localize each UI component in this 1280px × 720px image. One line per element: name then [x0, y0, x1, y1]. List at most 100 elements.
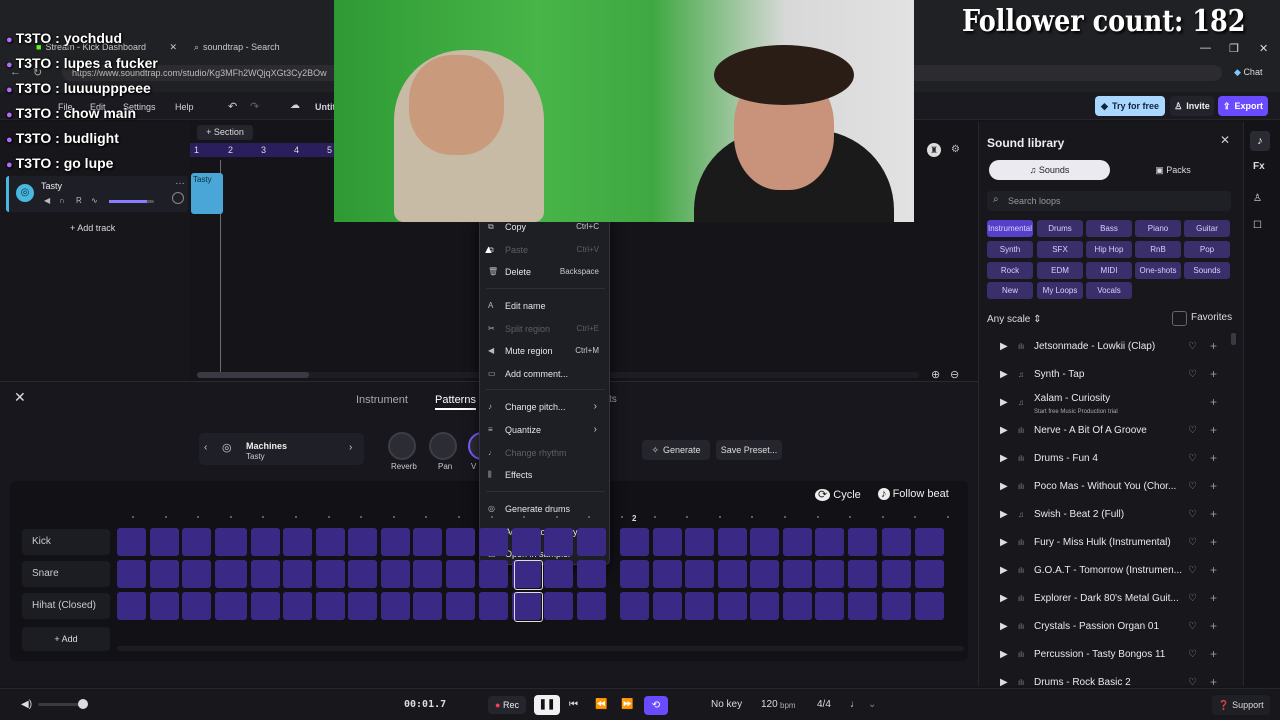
scale-dropdown[interactable]: Any scale ⇕ [987, 314, 1042, 325]
chat-button[interactable]: ◆ Chat [1234, 67, 1262, 78]
step-cell[interactable] [685, 592, 714, 620]
next-machine-icon[interactable]: › [349, 442, 352, 453]
heart-icon[interactable]: ♡ [1188, 537, 1197, 548]
step-cell[interactable] [413, 528, 442, 556]
export-button[interactable]: ⇪ Export [1218, 96, 1268, 116]
step-cell[interactable] [182, 592, 211, 620]
context-menu-item[interactable]: 🗑 Delete Backspace [480, 265, 609, 281]
context-menu-item[interactable]: ▭ Add comment... [480, 367, 609, 383]
add-loop-icon[interactable]: + [1210, 619, 1217, 633]
collaborators-icon[interactable]: ♙ [1253, 193, 1262, 204]
search-loops-input[interactable]: ⌕ Search loops [987, 191, 1231, 211]
undo-icon[interactable]: ↶ [228, 100, 237, 113]
play-icon[interactable]: ▶ [1000, 677, 1008, 688]
project-name[interactable]: Untit [315, 102, 336, 112]
metronome-icon[interactable]: ♜ [927, 143, 941, 157]
step-cell[interactable] [348, 592, 377, 620]
add-loop-icon[interactable]: + [1210, 647, 1217, 661]
step-cell[interactable] [479, 560, 508, 588]
step-cell[interactable] [576, 592, 606, 620]
add-section-button[interactable]: + Section [197, 125, 253, 140]
step-cell[interactable] [717, 592, 747, 620]
step-cell[interactable] [847, 560, 877, 588]
step-cell[interactable] [750, 528, 779, 556]
follow-beat-toggle[interactable]: ♪ Follow beat [878, 488, 949, 500]
loop-icon[interactable]: ⟲ [644, 696, 668, 715]
heart-icon[interactable]: ♡ [1188, 649, 1197, 660]
step-cell[interactable] [782, 528, 812, 556]
add-loop-icon[interactable]: + [1210, 395, 1217, 409]
browser-tab-search[interactable]: ⌕ soundtrap - Search [194, 38, 339, 56]
step-cell[interactable] [149, 528, 179, 556]
tab-sounds[interactable]: ♫ Sounds [989, 160, 1110, 180]
step-cell[interactable] [348, 528, 377, 556]
context-menu-item[interactable]: A Edit name [480, 299, 609, 315]
genre-chip-new[interactable]: New [987, 282, 1033, 299]
machine-selector[interactable]: ‹ ◎ Machines Tasty › [199, 433, 364, 465]
loop-item[interactable]: ▶ ♫ Xalam - Curiosity Start free Music Prod… [990, 392, 1228, 418]
play-icon[interactable]: ▶ [1000, 621, 1008, 632]
step-cell[interactable] [250, 560, 280, 588]
add-loop-icon[interactable]: + [1210, 451, 1217, 465]
play-icon[interactable]: ▶ [1000, 425, 1008, 436]
genre-chip-rnb[interactable]: RnB [1135, 241, 1181, 258]
genre-chip-instrumental[interactable]: Instrumental [987, 220, 1033, 237]
step-cell[interactable] [914, 528, 944, 556]
play-icon[interactable]: ▶ [1000, 453, 1008, 464]
tuner-icon[interactable]: ♩ [850, 699, 860, 710]
genre-chip-guitar[interactable]: Guitar [1184, 220, 1230, 237]
step-cell[interactable] [782, 592, 812, 620]
rewind-icon[interactable]: ⏪ [595, 699, 607, 710]
step-cell[interactable] [782, 560, 812, 588]
step-cell[interactable] [149, 560, 179, 588]
genre-chip-hip-hop[interactable]: Hip Hop [1086, 241, 1132, 258]
close-editor-icon[interactable]: ✕ [14, 389, 26, 406]
headphones-icon[interactable]: ∩ [59, 196, 65, 205]
step-cell[interactable] [250, 528, 280, 556]
genre-chip-sounds[interactable]: Sounds [1184, 262, 1230, 279]
step-cell[interactable] [511, 528, 541, 556]
minimize-icon[interactable]: — [1200, 42, 1211, 54]
heart-icon[interactable]: ♡ [1188, 593, 1197, 604]
genre-chip-pop[interactable]: Pop [1184, 241, 1230, 258]
step-cell[interactable] [479, 592, 508, 620]
library-scrollbar[interactable] [1231, 333, 1236, 345]
key-selector[interactable]: No key [711, 699, 742, 710]
step-cell[interactable] [380, 560, 410, 588]
tab-instrument[interactable]: Instrument [356, 394, 408, 406]
zoom-out-icon[interactable]: ⊖ [950, 368, 959, 381]
genre-chip-my-loops[interactable]: My Loops [1037, 282, 1083, 299]
play-icon[interactable]: ▶ [1000, 565, 1008, 576]
record-arm-button[interactable]: R [76, 196, 82, 205]
close-library-icon[interactable]: ✕ [1220, 133, 1230, 147]
step-cell[interactable] [380, 592, 410, 620]
master-volume-thumb[interactable] [78, 699, 88, 709]
context-menu-item[interactable]: ◀ Mute region Ctrl+M [480, 344, 609, 360]
step-cell[interactable] [652, 528, 682, 556]
heart-icon[interactable]: ♡ [1188, 453, 1197, 464]
step-cell[interactable] [182, 560, 211, 588]
add-loop-icon[interactable]: + [1210, 563, 1217, 577]
chevron-down-icon[interactable]: ⌄ [868, 699, 876, 710]
loop-item[interactable]: ▶ ılı Crystals - Passion Organ 01 ♡ + [990, 616, 1228, 642]
step-cell[interactable] [218, 528, 247, 556]
step-cell[interactable] [685, 528, 714, 556]
genre-chip-rock[interactable]: Rock [987, 262, 1033, 279]
step-cell[interactable] [914, 592, 944, 620]
step-cell[interactable] [117, 560, 146, 588]
context-menu-item[interactable]: ⧉ Copy Ctrl+C [480, 220, 609, 236]
loop-item[interactable]: ▶ ♫ Swish - Beat 2 (Full) ♡ + [990, 504, 1228, 530]
step-cell[interactable] [315, 528, 345, 556]
maximize-icon[interactable]: ❐ [1229, 42, 1239, 55]
play-icon[interactable]: ▶ [1000, 509, 1008, 520]
genre-chip-bass[interactable]: Bass [1086, 220, 1132, 237]
step-cell[interactable] [750, 560, 779, 588]
play-icon[interactable]: ▶ [1000, 397, 1008, 408]
step-cell[interactable] [283, 528, 312, 556]
step-cell[interactable] [315, 560, 345, 588]
step-cell[interactable] [620, 592, 649, 620]
close-window-icon[interactable]: ✕ [1259, 42, 1268, 55]
genre-chip-synth[interactable]: Synth [987, 241, 1033, 258]
step-cell[interactable] [652, 592, 682, 620]
step-cell[interactable] [882, 560, 911, 588]
